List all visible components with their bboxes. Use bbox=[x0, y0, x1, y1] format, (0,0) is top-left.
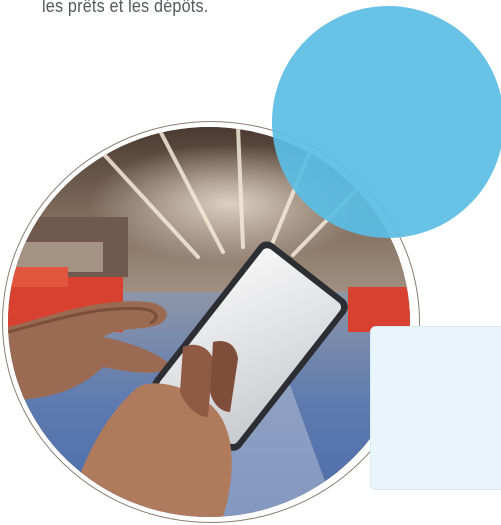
intro-text: les prêts et les dépôts. bbox=[42, 0, 209, 16]
info-card bbox=[370, 326, 501, 490]
accent-circle bbox=[272, 6, 501, 238]
